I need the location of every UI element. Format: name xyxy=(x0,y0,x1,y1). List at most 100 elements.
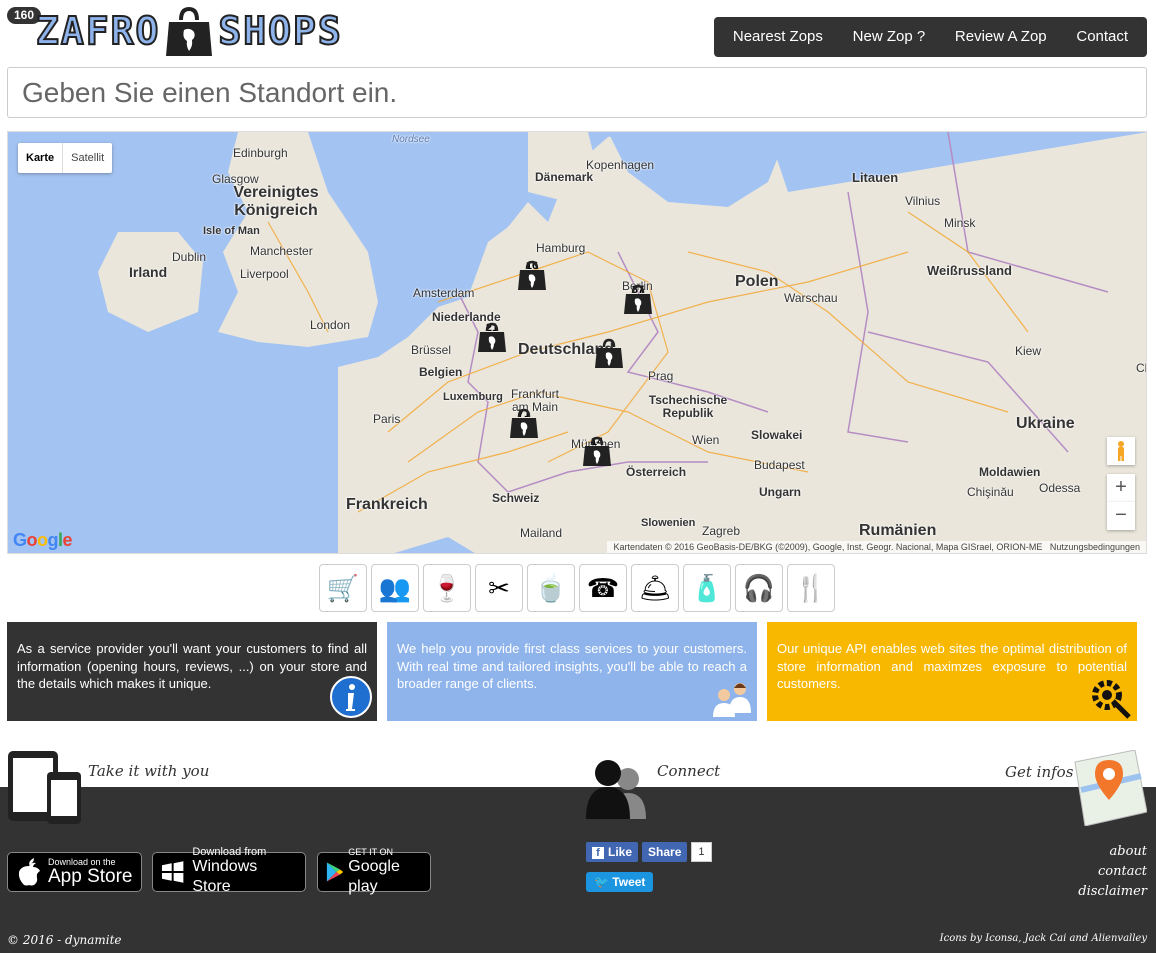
terms-link[interactable]: Nutzungsbedingungen xyxy=(1050,542,1140,552)
shopping-cart-icon[interactable]: 🛒 xyxy=(319,564,367,612)
logo-text-right: SHOPS xyxy=(217,8,343,54)
get-infos-heading: Get infos xyxy=(1005,763,1074,781)
nav-review-zop[interactable]: Review A Zop xyxy=(945,17,1057,57)
map-type-control: Karte Satellit xyxy=(18,143,113,173)
map-label: Amsterdam xyxy=(413,286,475,300)
map-label: Brüssel xyxy=(411,343,452,357)
map-type-satellit[interactable]: Satellit xyxy=(63,143,112,173)
location-search-input[interactable] xyxy=(7,67,1147,118)
facebook-like-button[interactable]: f Like xyxy=(586,842,639,862)
people-icon[interactable]: 👥 xyxy=(371,564,419,612)
contact-link[interactable]: contact xyxy=(1078,862,1147,882)
map-label-country: Slowenien xyxy=(641,517,696,529)
telephone-icon[interactable]: ☎ xyxy=(579,564,627,612)
map-label-country: Tschechische Republik xyxy=(648,393,728,420)
map-label-country: Österreich xyxy=(626,465,687,479)
zop-marker[interactable]: 16 xyxy=(517,260,547,304)
map-label-country: Rumänien xyxy=(859,522,937,539)
map-label-country: Irland xyxy=(129,264,168,280)
attribution-text: Kartendaten © 2016 GeoBasis-DE/BKG (©200… xyxy=(613,542,1043,552)
shopping-bag-icon xyxy=(624,284,652,314)
main-nav: Nearest Zops New Zop ? Review A Zop Cont… xyxy=(714,17,1147,57)
map-label: Mailand xyxy=(520,526,563,540)
info-box-services: We help you provide first class services… xyxy=(387,622,757,721)
windows-store-button[interactable]: Download from Windows Store xyxy=(152,847,306,895)
info-box-text: We help you provide first class services… xyxy=(397,641,747,691)
zop-marker[interactable]: 37 xyxy=(623,284,653,328)
map-label: Manchester xyxy=(250,244,313,258)
info-box-text: As a service provider you'll want your c… xyxy=(17,641,367,691)
facebook-icon: f xyxy=(592,847,604,859)
tweet-label: Tweet xyxy=(612,875,646,889)
map-label: Hamburg xyxy=(536,241,586,255)
map[interactable]: Karte Satellit Nordsee Edinburgh Glasgow… xyxy=(7,131,1147,554)
shopping-bag-icon xyxy=(510,408,538,438)
map-label-country: Polen xyxy=(735,273,779,290)
map-label: Budapest xyxy=(754,458,805,472)
map-label-country: Schweiz xyxy=(492,491,540,505)
map-label-country: Slowakei xyxy=(751,428,803,442)
zop-marker[interactable]: 71 xyxy=(509,408,539,452)
map-label-country: Moldawien xyxy=(979,465,1041,479)
tea-cup-icon[interactable]: 🍵 xyxy=(527,564,575,612)
zop-marker[interactable] xyxy=(594,338,624,382)
gear-wrench-icon xyxy=(1092,680,1131,719)
shopping-bag-icon xyxy=(478,322,506,352)
map-label: Odessa xyxy=(1039,481,1081,495)
info-icon xyxy=(330,676,372,718)
windows-small-text: Download from xyxy=(192,846,267,858)
footer-links: about contact disclaimer xyxy=(1078,842,1147,902)
map-label: Warschau xyxy=(784,291,838,305)
map-label-country: Frankreich xyxy=(346,496,428,513)
facebook-like-count: 1 xyxy=(691,842,712,862)
map-label: Kiew xyxy=(1015,344,1042,358)
cosmetics-icon[interactable]: 🧴 xyxy=(683,564,731,612)
wine-glass-icon[interactable]: 🍷 xyxy=(423,564,471,612)
facebook-share-button[interactable]: Share xyxy=(642,842,688,862)
take-it-heading: Take it with you xyxy=(88,762,210,780)
tweet-button[interactable]: 🐦 Tweet xyxy=(586,872,654,892)
google-logo[interactable]: Google xyxy=(13,530,73,551)
map-pin-icon xyxy=(1074,750,1147,826)
map-label: Wien xyxy=(692,433,720,447)
map-label: Luxemburg xyxy=(443,391,503,403)
shopping-bag-icon xyxy=(595,338,623,368)
map-label-country: Litauen xyxy=(852,170,899,185)
logo[interactable]: ZAFRO SHOPS xyxy=(35,2,343,56)
map-label: Paris xyxy=(373,412,401,426)
apple-icon xyxy=(18,858,40,886)
shopping-bag-icon xyxy=(166,6,213,56)
map-label: Isle of Man xyxy=(203,225,260,237)
map-type-karte[interactable]: Karte xyxy=(18,143,64,173)
zop-marker[interactable]: 14 xyxy=(582,436,612,480)
map-label: Zagreb xyxy=(702,524,741,538)
users-icon xyxy=(586,760,646,819)
zoom-out-button[interactable]: − xyxy=(1107,502,1135,530)
google-play-icon xyxy=(326,862,344,882)
map-label: Nordsee xyxy=(392,134,430,145)
map-label-country: Belgien xyxy=(419,365,463,379)
info-box-text: Our unique API enables web sites the opt… xyxy=(777,641,1127,691)
scissors-icon[interactable]: ✂ xyxy=(475,564,523,612)
about-link[interactable]: about xyxy=(1078,842,1148,862)
nav-new-zop[interactable]: New Zop ? xyxy=(843,17,936,57)
cutlery-icon[interactable]: 🍴 xyxy=(787,564,835,612)
map-label-country: Weißrussland xyxy=(927,263,1013,278)
nav-contact[interactable]: Contact xyxy=(1066,17,1138,57)
info-box-provider: As a service provider you'll want your c… xyxy=(7,622,377,721)
google-play-button[interactable]: GET IT ON Google play xyxy=(317,847,431,895)
google-play-large-text: Google play xyxy=(348,858,400,895)
copyright: © 2016 - dynamite xyxy=(7,933,122,947)
map-label-country: Ungarn xyxy=(759,485,801,499)
nav-nearest-zops[interactable]: Nearest Zops xyxy=(723,17,833,57)
zop-marker[interactable]: 21 xyxy=(477,322,507,366)
street-view-pegman-icon[interactable] xyxy=(1107,437,1135,465)
waiter-icon[interactable]: 🛎 xyxy=(631,564,679,612)
disclaimer-link[interactable]: disclaimer xyxy=(1078,882,1147,902)
map-label: Kopenhagen xyxy=(586,158,655,172)
app-store-button[interactable]: Download on the App Store xyxy=(7,852,142,892)
map-label-country: Dänemark xyxy=(535,170,594,184)
dj-icon[interactable]: 🎧 xyxy=(735,564,783,612)
windows-large-text: Windows Store xyxy=(192,858,258,895)
zoom-in-button[interactable]: + xyxy=(1107,474,1135,502)
